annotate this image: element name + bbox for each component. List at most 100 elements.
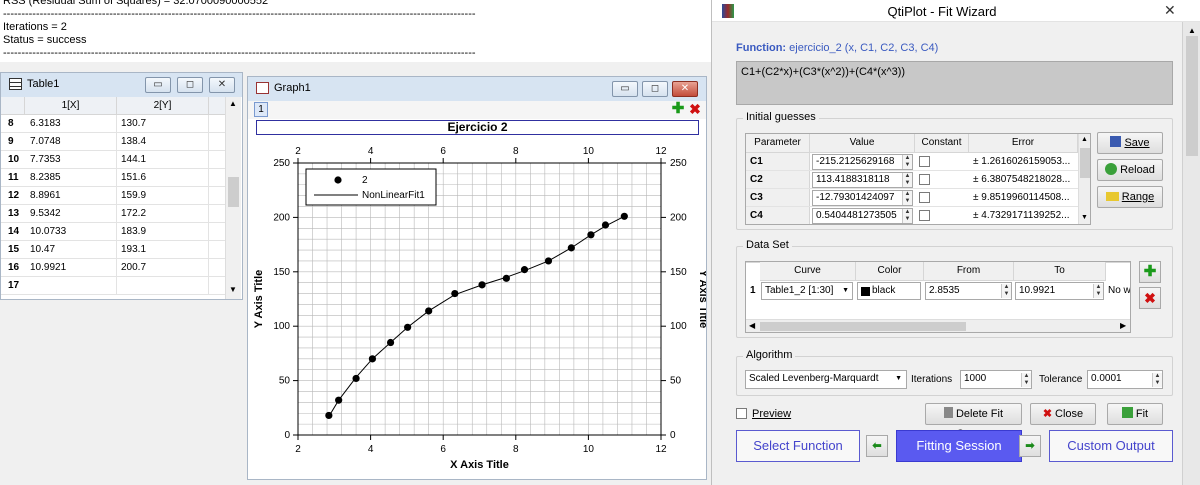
table-row[interactable]: 16 10.9921 200.7 — [1, 259, 227, 277]
cell-y[interactable]: 200.7 — [117, 259, 209, 276]
spin-icon[interactable]: ▲ ▼ — [902, 173, 912, 187]
table-row[interactable]: 9 7.0748 138.4 — [1, 133, 227, 151]
cell-y[interactable]: 130.7 — [117, 115, 209, 132]
custom-output-button[interactable]: Custom Output — [1049, 430, 1173, 462]
maximize-button[interactable]: ◻ — [642, 81, 668, 97]
spin-icon[interactable]: ▲ ▼ — [1021, 373, 1031, 387]
spin-icon[interactable]: ▲ ▼ — [1152, 373, 1162, 387]
table-row[interactable]: 8 6.3183 130.7 — [1, 115, 227, 133]
fitting-session-button[interactable]: Fitting Session — [896, 430, 1022, 462]
constant-checkbox[interactable] — [919, 156, 930, 167]
cell-y[interactable]: 151.6 — [117, 169, 209, 186]
chart-title-box[interactable]: Ejercicio 2 — [256, 120, 699, 135]
cell-y[interactable]: 159.9 — [117, 187, 209, 204]
constant-checkbox[interactable] — [919, 174, 930, 185]
data-set-table[interactable]: Curve Color From To 1 Table1_2 [1:30] ▼ b… — [745, 261, 1131, 333]
params-scrollbar[interactable]: ▲ ▼ — [1078, 134, 1090, 224]
forward-arrow-button[interactable]: ➡ — [1019, 435, 1041, 457]
table-window[interactable]: Table1 ▭ ◻ ✕ 1[X] 2[Y] 8 6.3183 130.7 9 7.07… — [0, 72, 243, 300]
scroll-down-arrow-icon[interactable]: ▼ — [229, 285, 237, 294]
param-value-input[interactable]: -215.2125629168 ▲ ▼ — [812, 154, 913, 170]
formula-box[interactable]: C1+(C2*x)+(C3*(x^2))+(C4*(x^3)) — [736, 61, 1173, 105]
save-button[interactable]: Save — [1097, 132, 1163, 154]
scroll-down-arrow-icon[interactable]: ▼ — [1081, 214, 1088, 221]
scroll-right-arrow-icon[interactable]: ▶ — [1120, 321, 1126, 330]
spin-icon[interactable]: ▲ ▼ — [1093, 284, 1103, 298]
wizard-titlebar[interactable]: QtiPlot - Fit Wizard ✕ — [712, 0, 1200, 22]
delete-fit-curves-button[interactable]: Delete Fit Curves — [925, 403, 1022, 440]
close-button[interactable]: ✕ — [209, 77, 235, 93]
spin-icon[interactable]: ▲ ▼ — [902, 155, 912, 169]
cell-x[interactable]: 8.8961 — [25, 187, 117, 204]
add-curve-button[interactable]: ✚ — [1139, 261, 1161, 283]
cell-x[interactable]: 7.0748 — [25, 133, 117, 150]
reload-button[interactable]: Reload — [1097, 159, 1163, 181]
algorithm-select[interactable]: Scaled Levenberg-Marquardt ▼ — [745, 370, 907, 389]
scrollbar-thumb[interactable] — [760, 322, 966, 331]
preview-checkbox[interactable] — [736, 408, 747, 419]
scroll-up-arrow-icon[interactable]: ▲ — [1081, 136, 1088, 143]
cell-x[interactable] — [25, 277, 117, 294]
to-input[interactable]: 10.9921 ▲ ▼ — [1015, 282, 1104, 300]
spin-icon[interactable]: ▲ ▼ — [1001, 284, 1011, 298]
range-button[interactable]: Range — [1097, 186, 1163, 208]
table-row[interactable]: 10 7.7353 144.1 — [1, 151, 227, 169]
back-arrow-button[interactable]: ⬅ — [866, 435, 888, 457]
cell-x[interactable]: 9.5342 — [25, 205, 117, 222]
minimize-button[interactable]: ▭ — [145, 77, 171, 93]
cell-x[interactable]: 10.47 — [25, 241, 117, 258]
remove-curve-button[interactable]: ✖ — [1139, 287, 1161, 309]
iterations-input[interactable]: 1000 ▲ ▼ — [960, 370, 1032, 389]
constant-checkbox[interactable] — [919, 192, 930, 203]
graph-titlebar[interactable]: Graph1 ▭ ◻ ✕ — [248, 77, 706, 101]
cell-y[interactable]: 144.1 — [117, 151, 209, 168]
from-input[interactable]: 2.8535 ▲ ▼ — [925, 282, 1012, 300]
table-row[interactable]: 15 10.47 193.1 — [1, 241, 227, 259]
table-row[interactable]: 17 — [1, 277, 227, 295]
cell-y[interactable]: 138.4 — [117, 133, 209, 150]
cell-x[interactable]: 10.9921 — [25, 259, 117, 276]
scroll-up-arrow-icon[interactable]: ▲ — [229, 99, 237, 108]
remove-layer-icon[interactable]: ✖ — [688, 102, 702, 117]
preview-label[interactable]: Preview — [752, 408, 791, 420]
close-button[interactable]: ✕ — [672, 81, 698, 97]
parameters-table[interactable]: Parameter Value Constant Error C1 -215.21… — [745, 133, 1091, 225]
table-row[interactable]: 13 9.5342 172.2 — [1, 205, 227, 223]
layer-button[interactable]: 1 — [254, 102, 268, 117]
wizard-scrollbar[interactable]: ▲ — [1182, 22, 1200, 485]
close-dialog-button[interactable]: ✖ Close — [1030, 403, 1096, 425]
column-header-x[interactable]: 1[X] — [25, 97, 117, 115]
cell-y[interactable] — [117, 277, 209, 294]
tolerance-input[interactable]: 0.0001 ▲ ▼ — [1087, 370, 1163, 389]
cell-x[interactable]: 6.3183 — [25, 115, 117, 132]
data-set-hscrollbar[interactable]: ◀ ▶ — [746, 319, 1130, 332]
spin-icon[interactable]: ▲ ▼ — [902, 209, 912, 223]
param-value-input[interactable]: 113.4188318118 ▲ ▼ — [812, 172, 913, 188]
scroll-up-arrow-icon[interactable]: ▲ — [1188, 26, 1196, 35]
curve-select[interactable]: Table1_2 [1:30] ▼ — [761, 282, 853, 300]
spin-icon[interactable]: ▲ ▼ — [902, 191, 912, 205]
table-row[interactable]: 11 8.2385 151.6 — [1, 169, 227, 187]
fit-wizard-dialog[interactable]: QtiPlot - Fit Wizard ✕ Function: ejercic… — [712, 0, 1200, 485]
column-header-y[interactable]: 2[Y] — [117, 97, 209, 115]
graph-window[interactable]: Graph1 ▭ ◻ ✕ 1 ✚ ✖ Ejercicio 2 2 2 4 4 6 6 8 8 1… — [247, 76, 707, 480]
cell-x[interactable]: 7.7353 — [25, 151, 117, 168]
scrollbar-thumb[interactable] — [1186, 36, 1198, 156]
close-icon[interactable]: ✕ — [1164, 2, 1176, 19]
maximize-button[interactable]: ◻ — [177, 77, 203, 93]
scrollbar-thumb[interactable] — [1080, 148, 1090, 178]
table-titlebar[interactable]: Table1 ▭ ◻ ✕ — [1, 73, 242, 97]
table-row[interactable]: 12 8.8961 159.9 — [1, 187, 227, 205]
scrollbar-thumb[interactable] — [228, 177, 239, 207]
constant-checkbox[interactable] — [919, 210, 930, 221]
add-layer-icon[interactable]: ✚ — [671, 101, 685, 117]
plot-area[interactable]: 22446688101012120 050 50100 100150 150200 200… — [248, 137, 706, 477]
cell-y[interactable]: 172.2 — [117, 205, 209, 222]
minimize-button[interactable]: ▭ — [612, 81, 638, 97]
scroll-left-arrow-icon[interactable]: ◀ — [749, 321, 755, 330]
cell-y[interactable]: 183.9 — [117, 223, 209, 240]
cell-x[interactable]: 10.0733 — [25, 223, 117, 240]
table-scrollbar[interactable]: ▲ ▼ — [225, 97, 241, 299]
select-function-button[interactable]: Select Function — [736, 430, 860, 462]
cell-y[interactable]: 193.1 — [117, 241, 209, 258]
